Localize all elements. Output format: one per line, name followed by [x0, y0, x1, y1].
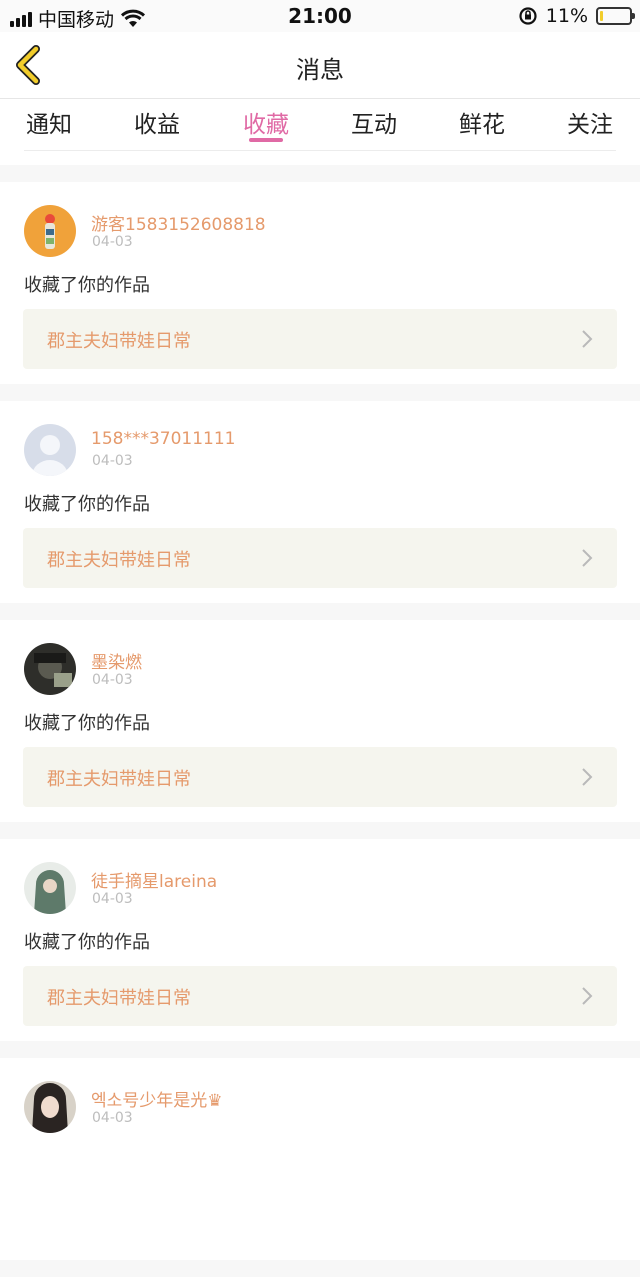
message-text: 收藏了你的作品 [24, 275, 150, 296]
work-link[interactable]: 郡主夫妇带娃日常 [23, 528, 617, 588]
username[interactable]: 158***37011111 [91, 429, 235, 449]
tab-notifications[interactable]: 通知 [9, 105, 89, 139]
default-avatar-icon [24, 424, 76, 476]
list-item: 游客1583152608818 04-03 收藏了你的作品 郡主夫妇带娃日常 [0, 182, 640, 384]
message-tabs: 通知 收益 收藏 互动 鲜花 关注 [0, 99, 640, 165]
tab-interactions[interactable]: 互动 [334, 105, 414, 139]
list-item: 158***37011111 04-03 收藏了你的作品 郡主夫妇带娃日常 [0, 401, 640, 603]
avatar[interactable] [24, 643, 76, 695]
battery-percent: 11% [545, 5, 588, 27]
message-text: 收藏了你的作品 [24, 932, 150, 953]
tab-favorites[interactable]: 收藏 [226, 105, 306, 139]
page-title: 消息 [296, 56, 344, 84]
avatar[interactable] [24, 862, 76, 914]
tab-following[interactable]: 关注 [550, 105, 630, 139]
username[interactable]: 游客1583152608818 [91, 210, 266, 235]
message-date: 04-03 [92, 453, 133, 469]
username[interactable]: 徒手摘星lareina [91, 867, 217, 892]
message-date: 04-03 [92, 1110, 133, 1126]
avatar[interactable] [24, 424, 76, 476]
avatar-image [24, 205, 76, 257]
battery-fill [600, 11, 604, 21]
message-text: 收藏了你的作品 [24, 494, 150, 515]
status-right: 11% [518, 5, 635, 27]
avatar-image [24, 862, 76, 914]
work-title: 郡主夫妇带娃日常 [47, 331, 191, 352]
list-item: 엑소号少年是光♛ 04-03 [0, 1058, 640, 1260]
nav-bar: 消息 [0, 32, 640, 99]
tabs-divider [24, 150, 616, 151]
tab-earnings[interactable]: 收益 [117, 105, 197, 139]
rotation-lock-icon [519, 7, 537, 25]
message-date: 04-03 [92, 891, 133, 907]
avatar[interactable] [24, 205, 76, 257]
battery-icon [596, 7, 635, 25]
chevron-right-icon [582, 768, 593, 786]
message-text: 收藏了你的作品 [24, 713, 150, 734]
chevron-right-icon [582, 987, 593, 1005]
avatar[interactable] [24, 1081, 76, 1133]
list-item: 徒手摘星lareina 04-03 收藏了你的作品 郡主夫妇带娃日常 [0, 839, 640, 1041]
active-tab-indicator [249, 138, 283, 142]
status-bar: 中国移动 21:00 11% [0, 0, 640, 32]
work-title: 郡主夫妇带娃日常 [47, 769, 191, 790]
username[interactable]: 墨染燃 [91, 648, 142, 673]
work-title: 郡主夫妇带娃日常 [47, 988, 191, 1009]
chevron-right-icon [582, 330, 593, 348]
list-item: 墨染燃 04-03 收藏了你的作品 郡主夫妇带娃日常 [0, 620, 640, 822]
message-list: 游客1583152608818 04-03 收藏了你的作品 郡主夫妇带娃日常 1… [0, 182, 640, 1277]
work-title: 郡主夫妇带娃日常 [47, 550, 191, 571]
avatar-image [24, 1081, 76, 1133]
message-date: 04-03 [92, 234, 133, 250]
work-link[interactable]: 郡主夫妇带娃日常 [23, 747, 617, 807]
chevron-right-icon [582, 549, 593, 567]
tab-flowers[interactable]: 鲜花 [442, 105, 522, 139]
message-date: 04-03 [92, 672, 133, 688]
avatar-image [24, 643, 76, 695]
work-link[interactable]: 郡主夫妇带娃日常 [23, 966, 617, 1026]
username[interactable]: 엑소号少年是光♛ [91, 1086, 223, 1111]
work-link[interactable]: 郡主夫妇带娃日常 [23, 309, 617, 369]
